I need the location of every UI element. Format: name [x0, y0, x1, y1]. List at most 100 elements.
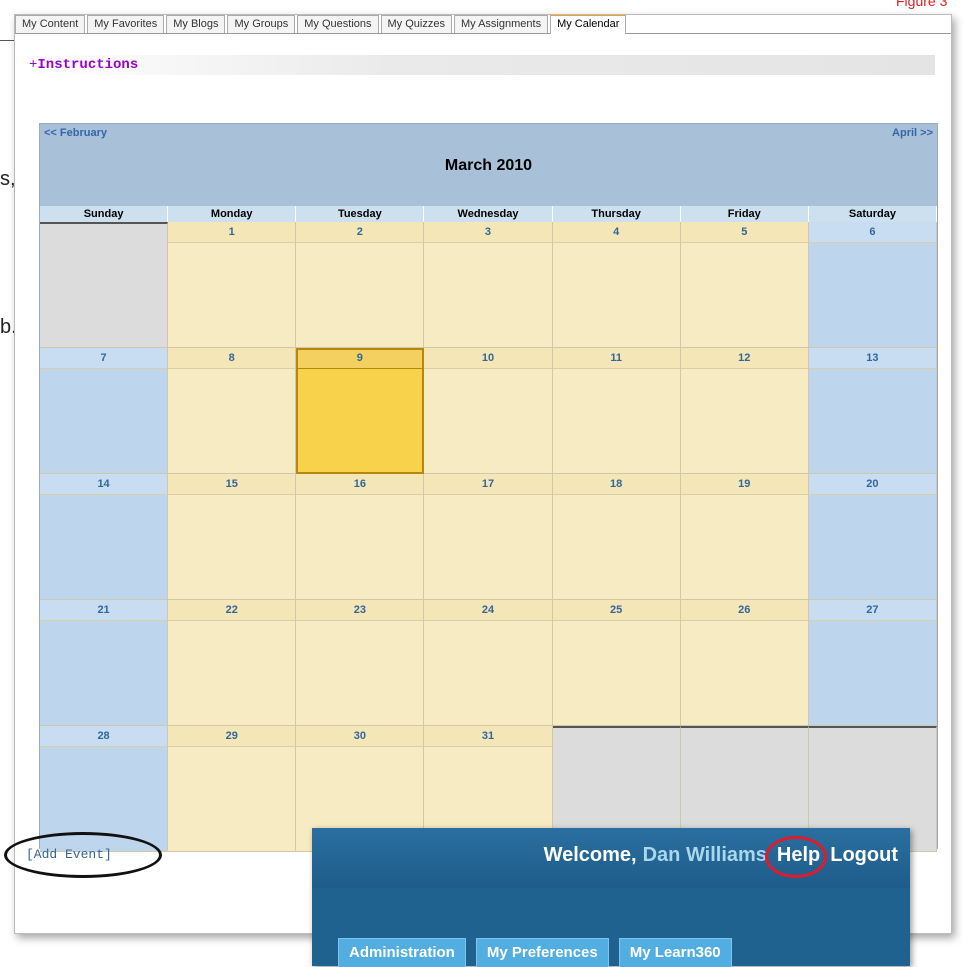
- day-cell[interactable]: 15: [168, 474, 297, 600]
- day-number[interactable]: 17: [424, 474, 552, 495]
- day-number[interactable]: 6: [808, 222, 936, 243]
- day-number[interactable]: 5: [680, 222, 808, 243]
- administration-button[interactable]: Administration: [338, 938, 466, 967]
- day-number[interactable]: 8: [168, 348, 296, 369]
- welcome-area: Welcome, Dan Williams Help Logout: [543, 836, 898, 878]
- calendar: << February April >> March 2010 Sunday Mo…: [39, 123, 938, 852]
- day-number[interactable]: 11: [552, 348, 680, 369]
- tab-my-blogs[interactable]: My Blogs: [166, 15, 226, 33]
- day-number[interactable]: 10: [424, 348, 552, 369]
- day-number[interactable]: 24: [424, 600, 552, 621]
- day-number[interactable]: 13: [808, 348, 936, 369]
- tab-my-calendar[interactable]: My Calendar: [550, 15, 627, 34]
- calendar-header: << February April >> March 2010: [40, 124, 937, 206]
- header-buttons: Administration My Preferences My Learn360: [338, 938, 732, 967]
- prev-month-link[interactable]: << February: [44, 127, 107, 139]
- day-cell[interactable]: 3: [424, 222, 553, 348]
- calendar-week-row: 7 8 9 10 11 12 13: [40, 348, 937, 474]
- weekday-header: Monday: [168, 206, 297, 222]
- day-number[interactable]: 9: [296, 348, 424, 369]
- day-number[interactable]: 20: [808, 474, 936, 495]
- day-number[interactable]: 4: [552, 222, 680, 243]
- user-name: Dan Williams: [642, 844, 767, 866]
- day-cell[interactable]: 1: [168, 222, 297, 348]
- day-number[interactable]: 29: [168, 726, 296, 747]
- day-number[interactable]: 15: [168, 474, 296, 495]
- day-cell[interactable]: 26: [680, 600, 809, 726]
- weekday-header: Sunday: [40, 206, 169, 222]
- day-cell[interactable]: 11: [552, 348, 681, 474]
- day-number[interactable]: 3: [424, 222, 552, 243]
- day-number[interactable]: 23: [296, 600, 424, 621]
- welcome-prefix: Welcome,: [543, 844, 637, 866]
- day-cell[interactable]: 22: [168, 600, 297, 726]
- empty-day-cell: [40, 222, 169, 348]
- day-number[interactable]: 12: [680, 348, 808, 369]
- day-cell[interactable]: 25: [552, 600, 681, 726]
- day-number[interactable]: 16: [296, 474, 424, 495]
- day-cell[interactable]: 5: [680, 222, 809, 348]
- day-number[interactable]: 27: [808, 600, 936, 621]
- my-preferences-button[interactable]: My Preferences: [475, 938, 609, 967]
- tab-my-content[interactable]: My Content: [15, 15, 86, 33]
- tab-my-quizzes[interactable]: My Quizzes: [380, 15, 452, 33]
- day-cell[interactable]: 13: [808, 348, 937, 474]
- day-number[interactable]: 14: [40, 474, 168, 495]
- tab-my-favorites[interactable]: My Favorites: [87, 15, 165, 33]
- day-cell[interactable]: 4: [552, 222, 681, 348]
- day-cell[interactable]: 12: [680, 348, 809, 474]
- day-cell[interactable]: 24: [424, 600, 553, 726]
- day-cell[interactable]: 27: [808, 600, 937, 726]
- day-cell[interactable]: 21: [40, 600, 169, 726]
- day-cell[interactable]: 20: [808, 474, 937, 600]
- weekday-header: Tuesday: [296, 206, 425, 222]
- logout-link[interactable]: Logout: [830, 844, 898, 867]
- annotation-circle-help: [764, 836, 827, 878]
- day-number[interactable]: 31: [424, 726, 552, 747]
- annotation-circle-add-event: [4, 832, 162, 878]
- day-number[interactable]: 25: [552, 600, 680, 621]
- tab-my-groups[interactable]: My Groups: [227, 15, 296, 33]
- tab-my-questions[interactable]: My Questions: [297, 15, 379, 33]
- day-number[interactable]: 18: [552, 474, 680, 495]
- month-title: March 2010: [444, 157, 533, 174]
- instructions-bar[interactable]: +Instructions: [29, 55, 935, 75]
- day-cell[interactable]: 17: [424, 474, 553, 600]
- day-cell[interactable]: 29: [168, 726, 297, 852]
- day-number[interactable]: 7: [40, 348, 168, 369]
- weekday-header-row: Sunday Monday Tuesday Wednesday Thursday Frid…: [40, 206, 937, 222]
- day-cell[interactable]: 8: [168, 348, 297, 474]
- day-number[interactable]: 2: [296, 222, 424, 243]
- tab-my-assignments[interactable]: My Assignments: [453, 15, 549, 33]
- help-link-wrap: Help: [764, 836, 827, 878]
- weekday-header: Thursday: [552, 206, 681, 222]
- day-cell[interactable]: 6: [808, 222, 937, 348]
- my-learn360-button[interactable]: My Learn360: [618, 938, 732, 967]
- tab-bar: My Content My Favorites My Blogs My Groups M…: [15, 15, 951, 34]
- day-cell[interactable]: 19: [680, 474, 809, 600]
- site-header-overlay: Welcome, Dan Williams Help Logout Admini…: [312, 828, 910, 967]
- day-cell[interactable]: 7: [40, 348, 169, 474]
- screenshot-panel: My Content My Favorites My Blogs My Groups M…: [14, 14, 952, 934]
- day-number[interactable]: 1: [168, 222, 296, 243]
- calendar-week-row: 14 15 16 17 18 19 20: [40, 474, 937, 600]
- weekday-header: Wednesday: [424, 206, 553, 222]
- day-cell[interactable]: 14: [40, 474, 169, 600]
- today-cell[interactable]: 9: [296, 348, 425, 474]
- day-number[interactable]: 21: [40, 600, 168, 621]
- next-month-link[interactable]: April >>: [892, 127, 933, 139]
- calendar-week-row: 123456: [40, 222, 937, 348]
- day-number[interactable]: 22: [168, 600, 296, 621]
- day-number[interactable]: 28: [40, 726, 168, 747]
- instructions-label[interactable]: Instructions: [37, 57, 138, 73]
- weekday-header: Saturday: [808, 206, 937, 222]
- day-number[interactable]: 26: [680, 600, 808, 621]
- day-cell[interactable]: 23: [296, 600, 425, 726]
- day-cell[interactable]: 18: [552, 474, 681, 600]
- figure-label: Figure 3: [896, 0, 948, 9]
- day-cell[interactable]: 10: [424, 348, 553, 474]
- day-cell[interactable]: 16: [296, 474, 425, 600]
- day-cell[interactable]: 2: [296, 222, 425, 348]
- day-number[interactable]: 30: [296, 726, 424, 747]
- day-number[interactable]: 19: [680, 474, 808, 495]
